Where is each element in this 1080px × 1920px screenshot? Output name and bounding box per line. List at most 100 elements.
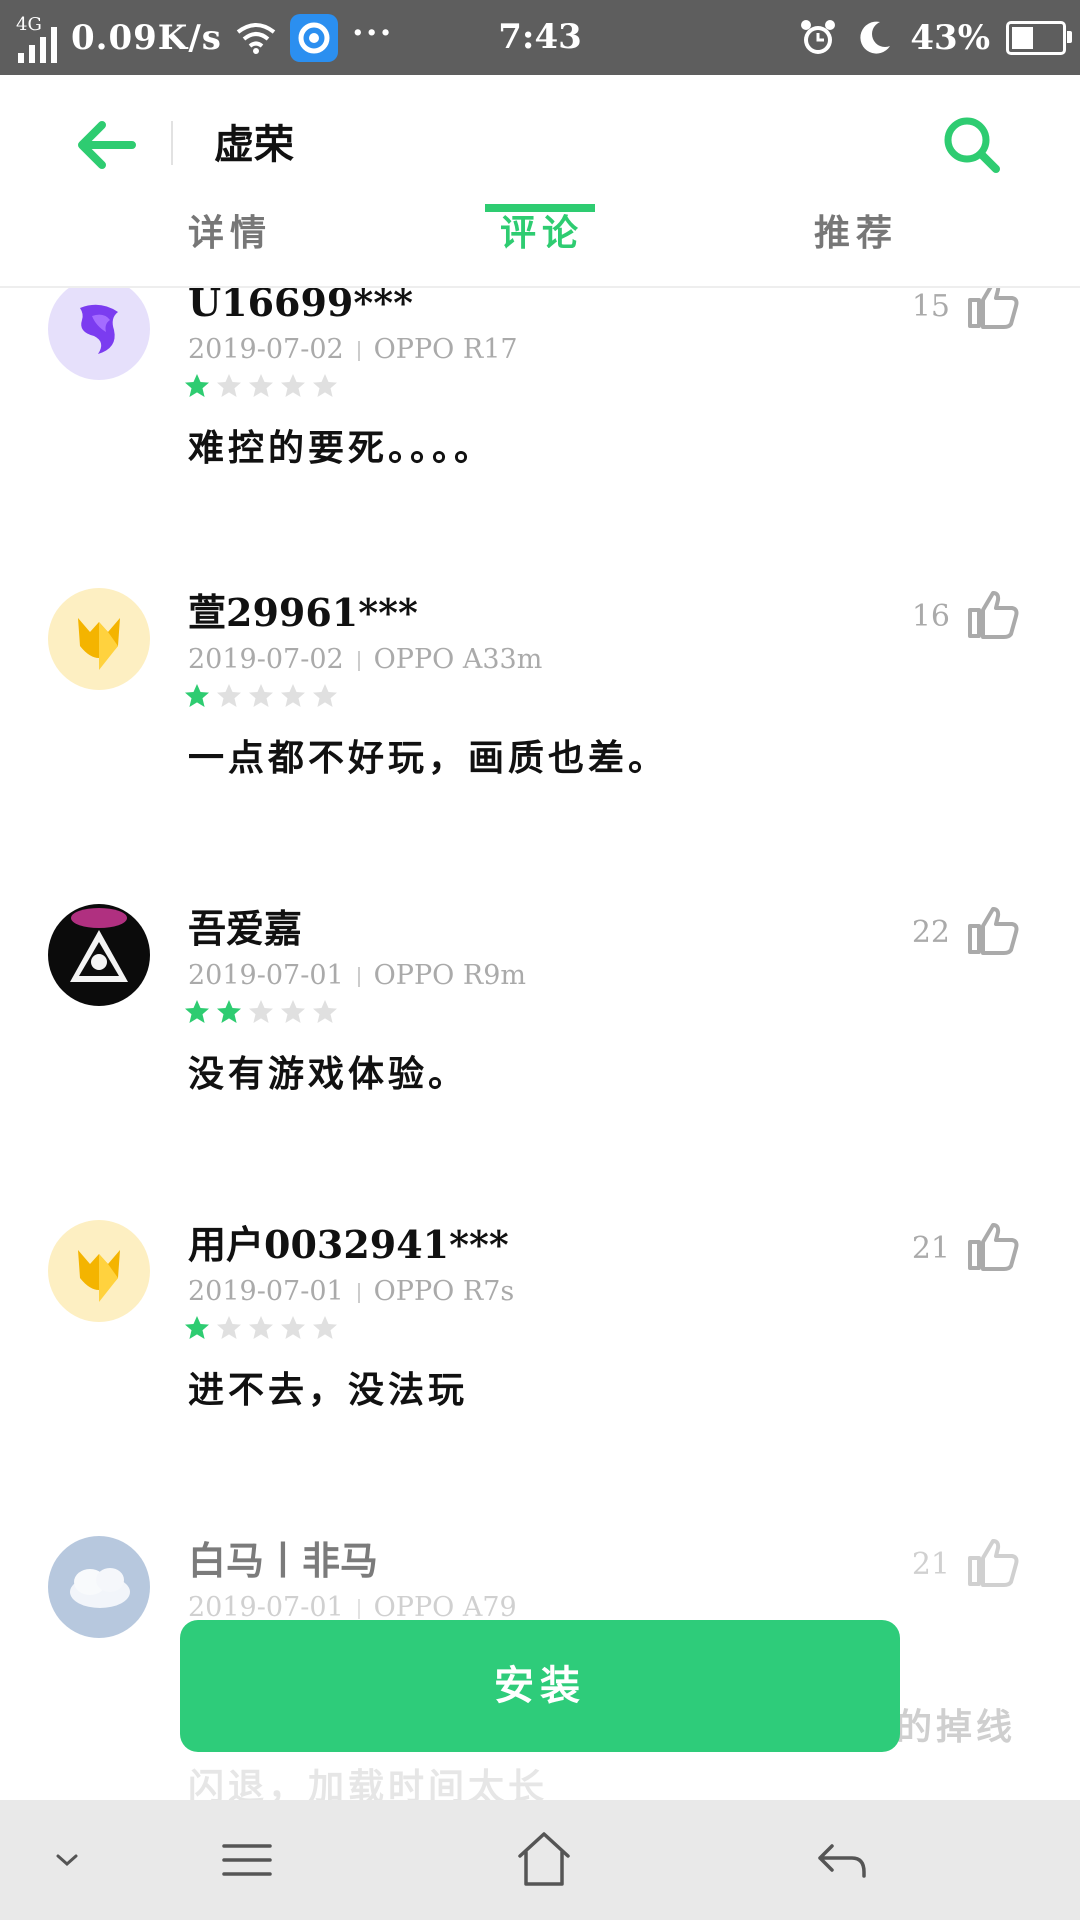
battery-percent: 43% xyxy=(910,17,990,58)
comment-item: 萱29961*** 2019-07-02 OPPO A33m 一点都不好玩，画质也… xyxy=(0,588,1080,904)
comment-device: OPPO A79 xyxy=(373,1592,517,1623)
comment-date: 2019-07-01 xyxy=(188,1276,344,1307)
star-empty-icon xyxy=(217,684,241,707)
star-empty-icon xyxy=(217,1316,241,1339)
partial-comment-text: 的掉线 xyxy=(896,1706,1017,1748)
comment-device: OPPO R9m xyxy=(373,960,526,991)
star-empty-icon xyxy=(313,684,337,707)
comment-device: OPPO A33m xyxy=(373,644,543,675)
star-empty-icon xyxy=(313,374,337,397)
avatar[interactable] xyxy=(48,1220,150,1322)
like-count: 22 xyxy=(911,915,950,950)
comment-list[interactable]: U16699*** 2019-07-02 OPPO R17 难控的要死。。。。 1… xyxy=(0,288,1080,1800)
install-button[interactable]: 安装 xyxy=(180,1620,900,1752)
chevron-down-icon[interactable] xyxy=(50,1828,84,1892)
star-empty-icon xyxy=(249,684,273,707)
rating-stars xyxy=(184,683,338,709)
system-nav-bar xyxy=(0,1800,1080,1920)
home-icon[interactable] xyxy=(516,1828,572,1892)
comment-meta: 2019-07-02 OPPO R17 xyxy=(188,330,518,370)
star-filled-icon xyxy=(185,1000,209,1023)
comment-date: 2019-07-02 xyxy=(188,644,344,675)
meta-separator xyxy=(357,1282,360,1303)
star-filled-icon xyxy=(185,1316,209,1339)
meta-separator xyxy=(357,340,360,361)
star-empty-icon xyxy=(313,1316,337,1339)
star-filled-icon xyxy=(185,374,209,397)
tab-details[interactable]: 详情 xyxy=(188,203,272,263)
moon-icon xyxy=(860,21,891,54)
avatar[interactable] xyxy=(48,904,150,1006)
tab-comments[interactable]: 评论 xyxy=(500,203,584,263)
thumbs-up-icon[interactable] xyxy=(966,1220,1020,1274)
star-empty-icon xyxy=(313,1000,337,1023)
header-divider xyxy=(171,121,173,165)
star-empty-icon xyxy=(249,374,273,397)
tab-recommend[interactable]: 推荐 xyxy=(814,203,898,263)
comment-meta: 2019-07-02 OPPO A33m xyxy=(188,640,542,680)
star-empty-icon xyxy=(249,1316,273,1339)
thumbs-up-icon[interactable] xyxy=(966,1536,1020,1590)
partial-comment-text: 闪退，加载时间太长 xyxy=(188,1766,549,1800)
app-header: 虚荣 详情 评论 推荐 xyxy=(0,75,1080,285)
comment-username: 用户0032941*** xyxy=(188,1222,509,1267)
rating-stars xyxy=(184,999,338,1025)
active-tab-indicator xyxy=(485,204,595,212)
comment-username: U16699*** xyxy=(188,288,413,325)
star-empty-icon xyxy=(281,374,305,397)
tab-bar: 详情 评论 推荐 xyxy=(0,203,1080,283)
thumbs-up-icon[interactable] xyxy=(966,288,1020,332)
battery-icon xyxy=(1006,20,1072,55)
star-empty-icon xyxy=(249,1000,273,1023)
comment-username: 白马丨非马 xyxy=(188,1538,379,1583)
comment-text: 进不去，没法玩 xyxy=(188,1369,469,1411)
comment-date: 2019-07-01 xyxy=(188,1592,344,1623)
comment-device: OPPO R7s xyxy=(373,1276,515,1307)
avatar[interactable] xyxy=(48,588,150,690)
back-arrow-icon[interactable] xyxy=(72,115,142,175)
star-filled-icon xyxy=(185,684,209,707)
purple-fox-avatar-icon xyxy=(48,288,150,380)
like-count: 21 xyxy=(911,1231,950,1266)
comment-device: OPPO R17 xyxy=(373,334,518,365)
comment-text: 难控的要死。。。。 xyxy=(188,427,495,469)
comment-item: 吾爱嘉 2019-07-01 OPPO R9m 没有游戏体验。 22 xyxy=(0,904,1080,1220)
back-icon[interactable] xyxy=(814,1828,868,1892)
comment-username: 吾爱嘉 xyxy=(188,906,303,951)
status-right: 43% xyxy=(798,0,1072,75)
comment-text: 没有游戏体验。 xyxy=(188,1053,469,1095)
yellow-fox-avatar-icon xyxy=(48,1220,150,1322)
meta-separator xyxy=(357,966,360,987)
dark-triangle-avatar-icon xyxy=(48,904,150,1006)
comment-meta: 2019-07-01 OPPO R9m xyxy=(188,956,526,996)
comment-meta: 2019-07-01 OPPO R7s xyxy=(188,1272,514,1312)
meta-separator xyxy=(357,1598,360,1619)
star-empty-icon xyxy=(217,374,241,397)
sky-cloud-avatar-icon xyxy=(48,1536,150,1638)
rating-stars xyxy=(184,373,338,399)
star-empty-icon xyxy=(281,1000,305,1023)
star-empty-icon xyxy=(281,1316,305,1339)
comment-text: 一点都不好玩，画质也差。 xyxy=(188,737,669,779)
comment-item: U16699*** 2019-07-02 OPPO R17 难控的要死。。。。 1… xyxy=(0,288,1080,594)
menu-icon[interactable] xyxy=(220,1828,274,1892)
comment-date: 2019-07-01 xyxy=(188,960,344,991)
alarm-icon xyxy=(801,19,836,54)
like-count: 21 xyxy=(911,1547,950,1582)
comment-username: 萱29961*** xyxy=(188,590,418,635)
thumbs-up-icon[interactable] xyxy=(966,904,1020,958)
page-title: 虚荣 xyxy=(214,121,294,168)
meta-separator xyxy=(357,650,360,671)
like-count: 15 xyxy=(911,289,950,324)
avatar[interactable] xyxy=(48,1536,150,1638)
comment-date: 2019-07-02 xyxy=(188,334,344,365)
comment-item: 用户0032941*** 2019-07-01 OPPO R7s 进不去，没法玩 … xyxy=(0,1220,1080,1536)
thumbs-up-icon[interactable] xyxy=(966,588,1020,642)
search-icon[interactable] xyxy=(940,113,1004,177)
star-empty-icon xyxy=(281,684,305,707)
star-filled-icon xyxy=(217,1000,241,1023)
avatar[interactable] xyxy=(48,288,150,380)
status-bar: 4G 0.09K/s ··· 7:43 43% xyxy=(0,0,1080,75)
battery-fill xyxy=(1012,26,1033,49)
rating-stars xyxy=(184,1315,338,1341)
